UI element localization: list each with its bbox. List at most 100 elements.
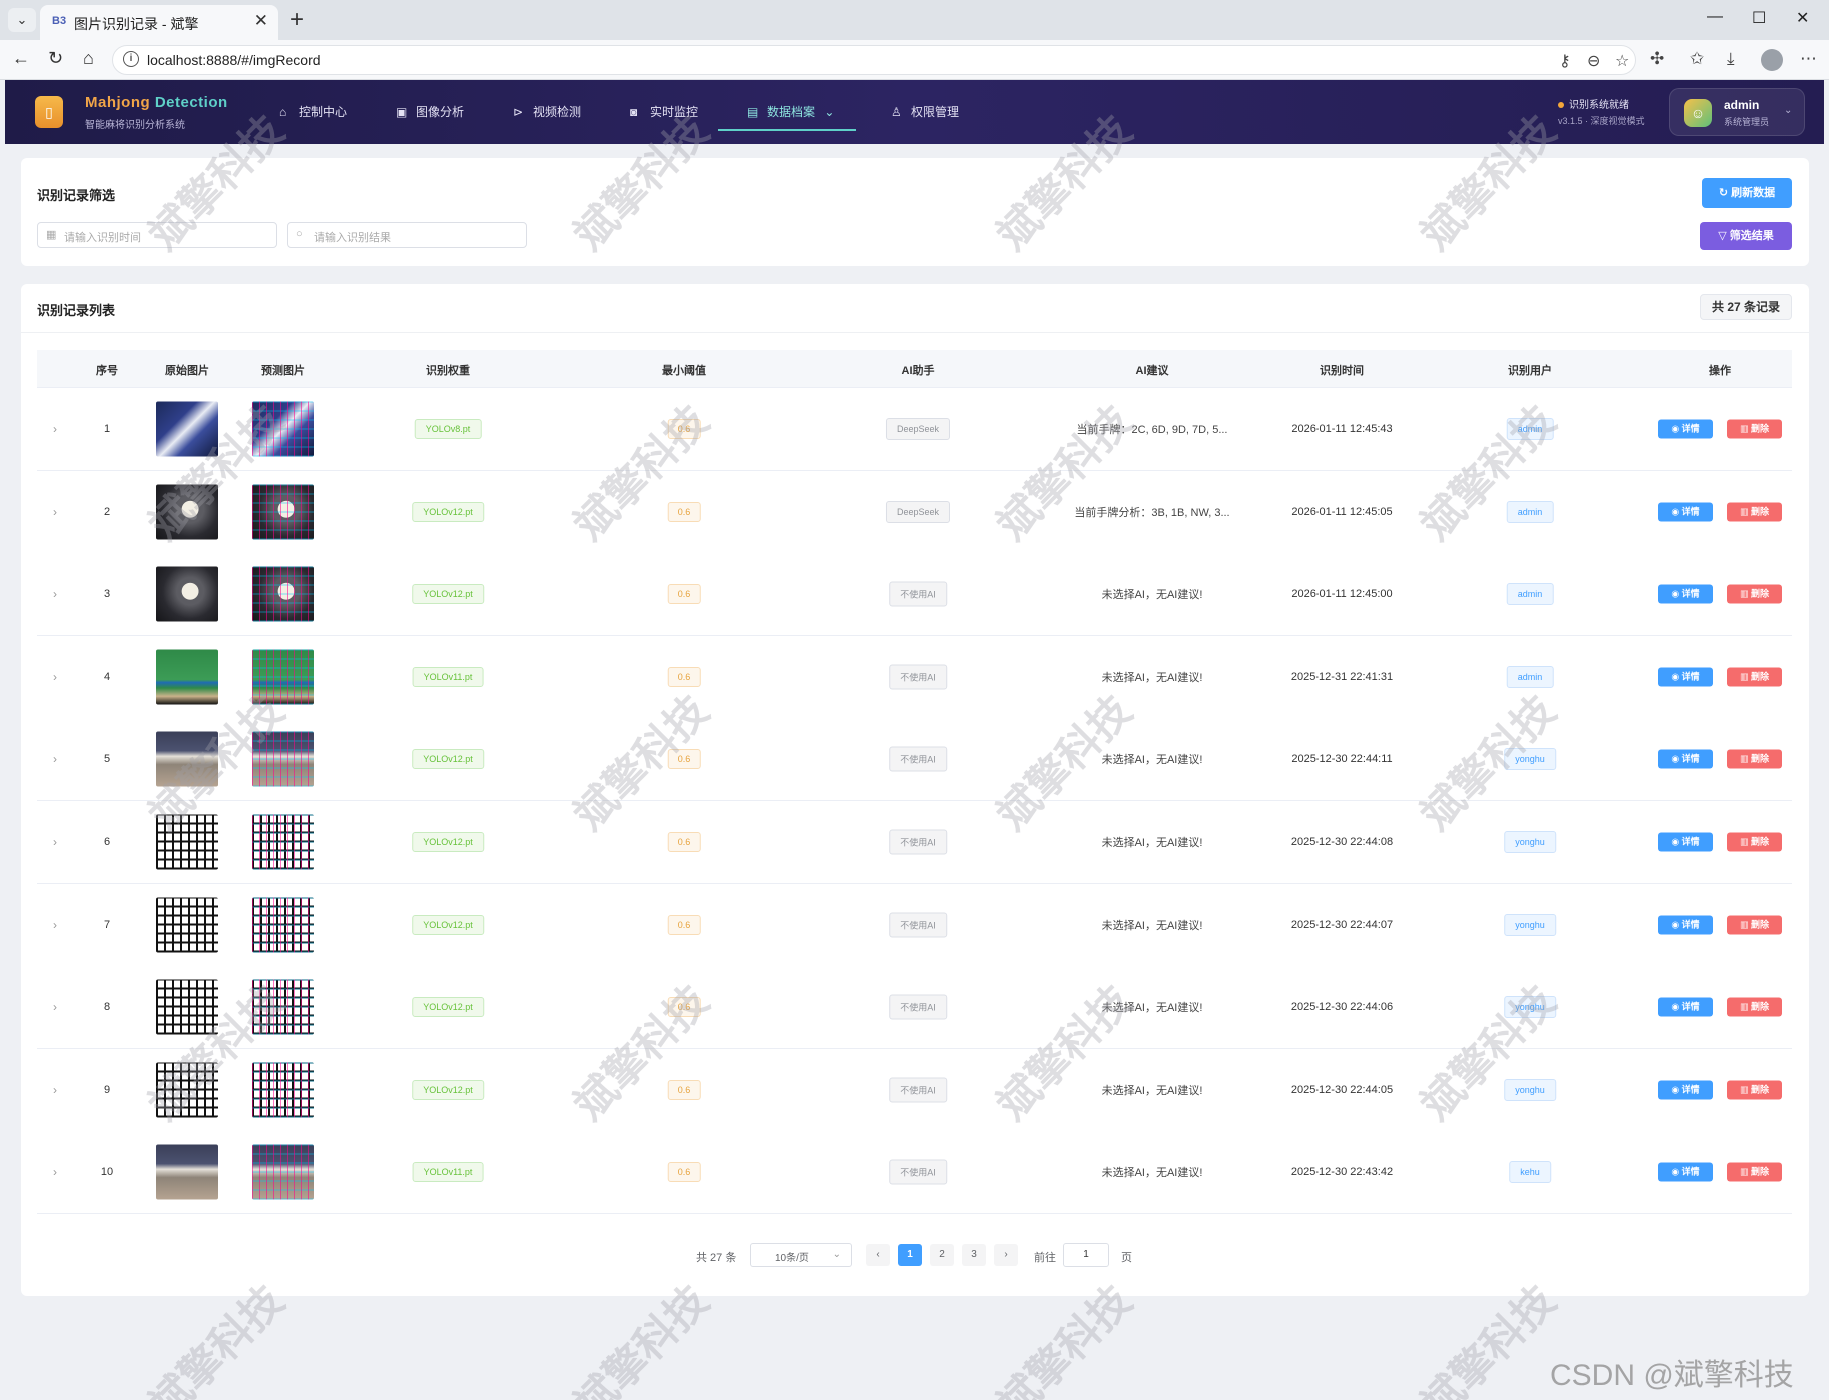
- extensions-icon[interactable]: ✣: [1650, 49, 1664, 69]
- next-page-button[interactable]: ›: [994, 1244, 1018, 1266]
- nav-item-image-analysis[interactable]: ▣ 图像分析: [396, 102, 464, 122]
- expand-row-chevron-icon[interactable]: ›: [53, 422, 57, 436]
- original-image-thumbnail[interactable]: [156, 484, 218, 540]
- original-image-thumbnail[interactable]: [156, 1062, 218, 1118]
- delete-button[interactable]: ▥ 删除: [1727, 832, 1782, 852]
- goto-page-input[interactable]: 1: [1063, 1243, 1109, 1267]
- tab-close-icon[interactable]: ✕: [254, 11, 268, 31]
- expand-row-chevron-icon[interactable]: ›: [53, 918, 57, 932]
- detail-button[interactable]: ◉ 详情: [1658, 1080, 1713, 1100]
- original-image-thumbnail[interactable]: [156, 897, 218, 953]
- eye-icon: ◉: [1671, 1001, 1682, 1012]
- detail-button[interactable]: ◉ 详情: [1658, 667, 1713, 687]
- detail-button[interactable]: ◉ 详情: [1658, 832, 1713, 852]
- tab-list-chevron-icon[interactable]: ⌄: [8, 8, 36, 32]
- expand-row-chevron-icon[interactable]: ›: [53, 670, 57, 684]
- filter-button[interactable]: ▽ 筛选结果: [1700, 222, 1792, 250]
- delete-button[interactable]: ▥ 删除: [1727, 419, 1782, 439]
- expand-row-chevron-icon[interactable]: ›: [53, 1165, 57, 1179]
- delete-button[interactable]: ▥ 删除: [1727, 915, 1782, 935]
- page-button-3[interactable]: 3: [962, 1244, 986, 1266]
- window-close-icon[interactable]: ✕: [1796, 8, 1809, 28]
- expand-row-chevron-icon[interactable]: ›: [53, 835, 57, 849]
- predicted-image-thumbnail[interactable]: [252, 566, 314, 622]
- nav-item-permission[interactable]: ♙ 权限管理: [891, 102, 959, 122]
- detail-button[interactable]: ◉ 详情: [1658, 915, 1713, 935]
- predicted-image-thumbnail[interactable]: [252, 897, 314, 953]
- expand-row-chevron-icon[interactable]: ›: [53, 505, 57, 519]
- download-icon[interactable]: ⤓: [1727, 49, 1735, 69]
- delete-button[interactable]: ▥ 删除: [1727, 1080, 1782, 1100]
- version-text: v3.1.5 · 深度视觉模式: [1558, 116, 1645, 126]
- time-search-input[interactable]: ▦ 请输入识别时间: [37, 222, 277, 248]
- expand-row-chevron-icon[interactable]: ›: [53, 587, 57, 601]
- row-index: 8: [103, 1001, 111, 1014]
- predicted-image-thumbnail[interactable]: [252, 484, 314, 540]
- expand-row-chevron-icon[interactable]: ›: [53, 1000, 57, 1014]
- detection-overlay: [252, 566, 314, 622]
- detail-button[interactable]: ◉ 详情: [1658, 584, 1713, 604]
- user-menu[interactable]: ☺ admin 系统管理员 ⌄: [1669, 88, 1805, 136]
- predicted-image-thumbnail[interactable]: [252, 1062, 314, 1118]
- detail-button[interactable]: ◉ 详情: [1658, 1162, 1713, 1182]
- original-image-thumbnail[interactable]: [156, 979, 218, 1035]
- predicted-image-thumbnail[interactable]: [252, 1144, 314, 1200]
- delete-button[interactable]: ▥ 删除: [1727, 584, 1782, 604]
- refresh-button[interactable]: ↻ 刷新数据: [1702, 178, 1792, 208]
- more-menu-icon[interactable]: ⋯: [1800, 49, 1817, 69]
- page-size-select[interactable]: 10条/页 ⌄: [750, 1243, 852, 1267]
- delete-button[interactable]: ▥ 删除: [1727, 997, 1782, 1017]
- nav-label: 权限管理: [911, 105, 960, 119]
- nav-label: 视频检测: [533, 105, 582, 119]
- delete-label: 删除: [1751, 423, 1770, 434]
- nav-item-live-monitor[interactable]: ◙ 实时监控: [630, 102, 698, 122]
- threshold-tag: 0.6: [667, 997, 701, 1018]
- favorites-icon[interactable]: ✩: [1690, 49, 1704, 69]
- detail-button[interactable]: ◉ 详情: [1658, 749, 1713, 769]
- back-icon[interactable]: ←: [12, 48, 30, 69]
- site-info-icon[interactable]: i: [123, 51, 139, 67]
- url-field[interactable]: i localhost:8888/#/imgRecord ⚷ ⊖ ☆: [112, 45, 1636, 75]
- row-actions: ◉ 详情 ▥ 删除: [1658, 584, 1782, 604]
- favorite-star-icon[interactable]: ☆: [1615, 51, 1629, 71]
- key-icon[interactable]: ⚷: [1559, 51, 1571, 71]
- reload-icon[interactable]: ↻: [48, 48, 63, 69]
- detection-overlay: [252, 401, 314, 457]
- page-button-2[interactable]: 2: [930, 1244, 954, 1266]
- delete-button[interactable]: ▥ 删除: [1727, 749, 1782, 769]
- predicted-image-thumbnail[interactable]: [252, 731, 314, 787]
- delete-button[interactable]: ▥ 删除: [1727, 1162, 1782, 1182]
- page-button-1[interactable]: 1: [898, 1244, 922, 1266]
- profile-avatar[interactable]: [1761, 49, 1783, 71]
- original-image-thumbnail[interactable]: [156, 731, 218, 787]
- expand-row-chevron-icon[interactable]: ›: [53, 752, 57, 766]
- maximize-icon[interactable]: ☐: [1752, 8, 1766, 28]
- expand-row-chevron-icon[interactable]: ›: [53, 1083, 57, 1097]
- predicted-image-thumbnail[interactable]: [252, 979, 314, 1035]
- nav-item-video-detection[interactable]: ⊳ 视频检测: [513, 102, 581, 122]
- nav-item-data-archive[interactable]: ▤ 数据档案 ⌄: [747, 102, 834, 122]
- detail-label: 详情: [1681, 588, 1700, 599]
- detail-button[interactable]: ◉ 详情: [1658, 502, 1713, 522]
- detail-button[interactable]: ◉ 详情: [1658, 419, 1713, 439]
- delete-button[interactable]: ▥ 删除: [1727, 502, 1782, 522]
- original-image-thumbnail[interactable]: [156, 814, 218, 870]
- result-search-input[interactable]: ○ 请输入识别结果: [287, 222, 527, 248]
- predicted-image-thumbnail[interactable]: [252, 814, 314, 870]
- predicted-image-thumbnail[interactable]: [252, 401, 314, 457]
- nav-item-control-center[interactable]: ⌂ 控制中心: [279, 102, 347, 122]
- original-image-thumbnail[interactable]: [156, 649, 218, 705]
- delete-button[interactable]: ▥ 删除: [1727, 667, 1782, 687]
- detail-button[interactable]: ◉ 详情: [1658, 997, 1713, 1017]
- zoom-icon[interactable]: ⊖: [1587, 51, 1600, 71]
- predicted-image-thumbnail[interactable]: [252, 649, 314, 705]
- home-browser-icon[interactable]: ⌂: [83, 48, 94, 69]
- minimize-icon[interactable]: —: [1707, 8, 1723, 26]
- new-tab-icon[interactable]: +: [290, 6, 304, 34]
- original-image-thumbnail[interactable]: [156, 566, 218, 622]
- original-image-thumbnail[interactable]: [156, 1144, 218, 1200]
- original-image-thumbnail[interactable]: [156, 401, 218, 457]
- prev-page-button[interactable]: ‹: [866, 1244, 890, 1266]
- browser-tab[interactable]: B3 图片识别记录 - 斌擎 ✕: [40, 5, 278, 40]
- detection-overlay: [252, 814, 314, 870]
